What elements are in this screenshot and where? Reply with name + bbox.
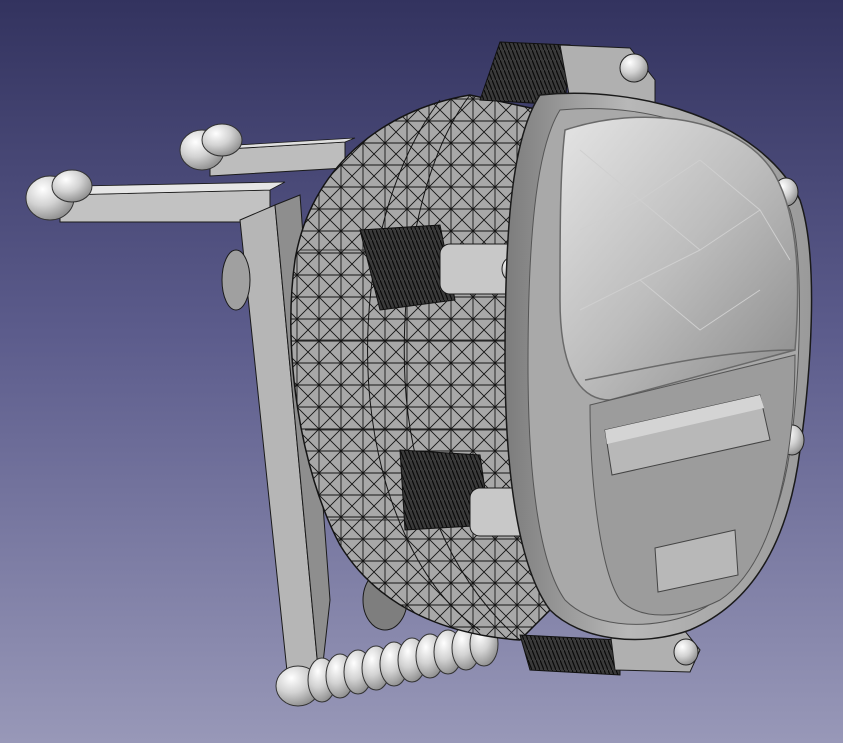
screw-icon: [673, 638, 699, 666]
ball-joint-icon: [201, 123, 243, 157]
bracket-lower-arm: [25, 169, 286, 223]
lens-dome: [559, 116, 799, 401]
ball-joint-icon: [51, 169, 93, 203]
model-scene: [25, 41, 813, 707]
3d-viewport[interactable]: [0, 0, 843, 743]
bracket-upper-arm: [179, 123, 356, 177]
screw-icon: [619, 53, 649, 83]
